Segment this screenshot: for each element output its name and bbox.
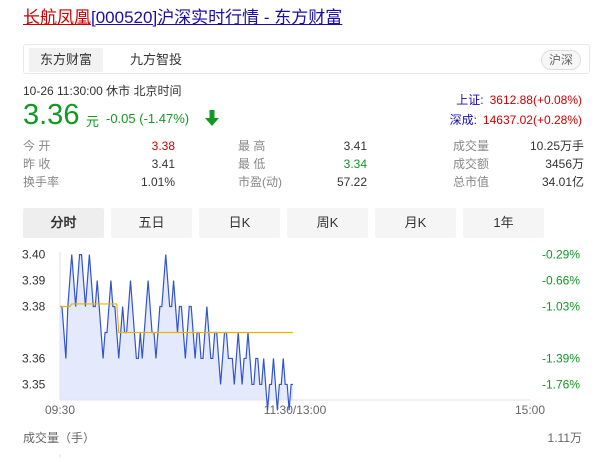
intraday-chart[interactable]: 3.40 -0.29% 3.39 -0.66% 3.38 -1.03% 3.36 -1.39%… xyxy=(0,240,610,458)
tab-daily-k[interactable]: 日K xyxy=(199,208,280,238)
turnover-value: 1.01% xyxy=(140,175,175,189)
x-tick: 11:30/13:00 xyxy=(264,403,327,417)
low-value: 3.34 xyxy=(343,157,367,171)
tab-one-year[interactable]: 1年 xyxy=(463,208,544,238)
amount-label: 成交额 xyxy=(453,157,490,171)
tab-jiufang[interactable]: 九方智投 xyxy=(119,48,193,72)
index-value: 3612.88(+0.08%) xyxy=(489,93,582,107)
index-shanghai[interactable]: 上证: 3612.88(+0.08%) xyxy=(456,91,582,108)
tab-weekly-k[interactable]: 周K xyxy=(287,208,368,238)
y-tick-left: 3.39 xyxy=(22,274,46,288)
y-tick-right: -1.03% xyxy=(542,300,580,314)
y-tick-right: -1.39% xyxy=(542,351,580,365)
prev-close-value: 3.41 xyxy=(151,157,175,171)
price-unit: 元 xyxy=(86,114,100,129)
y-tick-right: -1.76% xyxy=(542,377,580,391)
stock-code-link[interactable]: [000520] xyxy=(91,8,157,27)
tab-monthly-k[interactable]: 月K xyxy=(375,208,456,238)
volume-label: 成交量 xyxy=(453,139,490,153)
index-name: 上证: xyxy=(456,93,484,107)
volume-value: 10.25万手 xyxy=(529,139,584,153)
current-price: 3.36 xyxy=(23,99,80,131)
tab-five-day[interactable]: 五日 xyxy=(111,208,192,238)
down-arrow-icon xyxy=(205,110,219,126)
y-tick-left: 3.38 xyxy=(22,300,46,314)
high-label: 最 高 xyxy=(238,139,266,153)
market-cap-label: 总市值 xyxy=(453,175,490,189)
y-tick-left: 3.40 xyxy=(22,248,46,262)
source-tabs: 东方财富 九方智投 沪深 xyxy=(23,44,590,74)
x-tick: 15:00 xyxy=(515,403,545,417)
tab-eastmoney[interactable]: 东方财富 xyxy=(29,48,104,72)
amount-value: 3456万 xyxy=(545,157,584,171)
market-badge[interactable]: 沪深 xyxy=(540,50,581,70)
page-title: 长航凤凰[000520]沪深实时行情 - 东方财富 xyxy=(23,6,342,30)
y-tick-right: -0.29% xyxy=(542,248,580,262)
index-shenzhen[interactable]: 深成: 14637.02(+0.28%) xyxy=(450,111,582,128)
price-change: -0.05 (-1.47%) xyxy=(106,111,190,126)
high-value: 3.41 xyxy=(343,139,367,153)
stock-name-link[interactable]: 长航凤凰 xyxy=(23,8,91,27)
open-value: 3.38 xyxy=(151,139,175,153)
index-name: 深成: xyxy=(449,113,477,127)
x-tick: 09:30 xyxy=(45,403,75,417)
y-tick-left: 3.35 xyxy=(22,377,46,391)
index-value: 14637.02(+0.28%) xyxy=(482,113,582,127)
time-status: 10-26 11:30:00 休市 北京时间 xyxy=(23,84,182,98)
turnover-label: 换手率 xyxy=(23,175,60,189)
y-tick-right: -0.66% xyxy=(542,274,580,288)
volume-max-value: 1.11万 xyxy=(547,431,582,445)
open-label: 今 开 xyxy=(23,139,51,153)
period-tabs: 分时 五日 日K 周K 月K 1年 xyxy=(23,208,590,239)
market-cap-value: 34.01亿 xyxy=(541,175,584,189)
low-label: 最 低 xyxy=(238,157,266,171)
title-rest-link[interactable]: 沪深实时行情 - 东方财富 xyxy=(157,8,342,27)
y-tick-left: 3.36 xyxy=(22,351,46,365)
volume-axis-label: 成交量（手） xyxy=(23,431,96,445)
tab-intraday[interactable]: 分时 xyxy=(23,208,104,238)
prev-close-label: 昨 收 xyxy=(23,157,51,171)
pe-value: 57.22 xyxy=(336,175,367,189)
pe-label: 市盈(动) xyxy=(238,175,282,189)
